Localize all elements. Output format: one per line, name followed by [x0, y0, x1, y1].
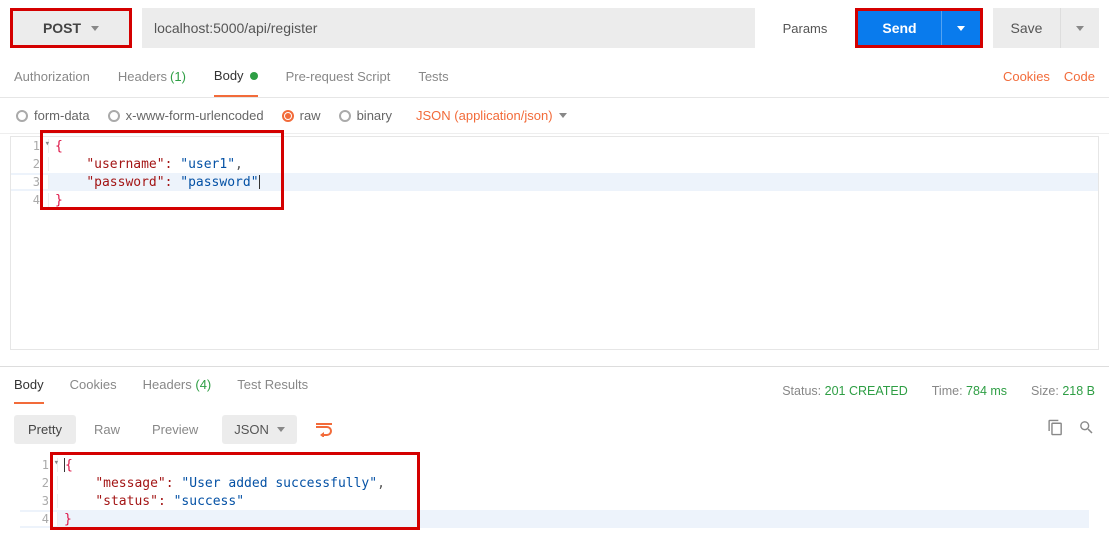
view-raw-button[interactable]: Raw [80, 415, 134, 444]
tab-headers-label: Headers [118, 69, 167, 84]
resp-tab-headers-label: Headers [143, 377, 192, 392]
fold-icon: ▾ [45, 139, 50, 149]
resp-tab-test-results[interactable]: Test Results [237, 377, 308, 404]
response-toolbar: Pretty Raw Preview JSON [0, 404, 1109, 454]
chevron-down-icon [559, 113, 567, 118]
view-pretty-button[interactable]: Pretty [14, 415, 76, 444]
radio-label: binary [357, 108, 392, 123]
radio-raw[interactable]: raw [282, 108, 321, 123]
code-token: "password" [180, 175, 258, 190]
tab-body[interactable]: Body [214, 56, 258, 97]
code-link[interactable]: Code [1064, 69, 1095, 84]
time-label: Time: [932, 384, 963, 398]
code-token: { [65, 458, 73, 473]
code-token: "username" [86, 157, 164, 172]
request-body-editor[interactable]: 1▾ { 2 "username": "user1", 3 "password"… [10, 136, 1099, 350]
radio-label: raw [300, 108, 321, 123]
size-label: Size: [1031, 384, 1059, 398]
tab-headers[interactable]: Headers (1) [118, 56, 186, 97]
params-button[interactable]: Params [765, 8, 845, 48]
radio-icon [282, 110, 294, 122]
http-method-select[interactable]: POST [10, 8, 132, 48]
size-value: 218 B [1062, 384, 1095, 398]
body-type-selector: form-data x-www-form-urlencoded raw bina… [0, 98, 1109, 134]
code-token: "message" [95, 476, 165, 491]
radio-icon [339, 110, 351, 122]
code-token: "user1" [180, 157, 235, 172]
status-label: Status: [782, 384, 821, 398]
fold-icon: ▾ [54, 458, 59, 468]
code-token: "status" [95, 494, 158, 509]
save-dropdown-button[interactable] [1061, 8, 1099, 48]
request-tabs: Authorization Headers (1) Body Pre-reque… [0, 56, 1109, 98]
code-token: "User added successfully" [181, 476, 377, 491]
request-bar: POST Params Send Save [0, 0, 1109, 56]
radio-label: x-www-form-urlencoded [126, 108, 264, 123]
url-input[interactable] [142, 8, 755, 48]
line-wrap-icon[interactable] [307, 414, 341, 444]
http-method-value: POST [43, 20, 81, 36]
code-token: { [55, 139, 63, 154]
radio-urlencoded[interactable]: x-www-form-urlencoded [108, 108, 264, 123]
tab-body-label: Body [214, 68, 244, 83]
content-type-dropdown[interactable]: JSON (application/json) [416, 108, 567, 123]
chevron-down-icon [957, 26, 965, 31]
text-cursor [259, 175, 260, 189]
chevron-down-icon [1076, 26, 1084, 31]
chevron-down-icon [91, 26, 99, 31]
view-preview-button[interactable]: Preview [138, 415, 212, 444]
chevron-down-icon [277, 427, 285, 432]
cookies-link[interactable]: Cookies [1003, 69, 1050, 84]
body-indicator-dot [250, 72, 258, 80]
response-format-label: JSON [234, 422, 269, 437]
send-button-group: Send [855, 8, 983, 48]
tab-pre-request-script[interactable]: Pre-request Script [286, 56, 391, 97]
radio-label: form-data [34, 108, 90, 123]
response-meta: Status: 201 CREATED Time: 784 ms Size: 2… [782, 384, 1095, 398]
radio-binary[interactable]: binary [339, 108, 392, 123]
resp-tab-body[interactable]: Body [14, 377, 44, 404]
response-body-editor[interactable]: 1▾ { 2 "message": "User added successful… [20, 456, 1089, 528]
code-token: } [64, 512, 72, 527]
tab-tests[interactable]: Tests [418, 56, 448, 97]
code-token: } [55, 193, 63, 208]
time-value: 784 ms [966, 384, 1007, 398]
headers-count-badge: (1) [170, 69, 186, 84]
code-token: "success" [174, 494, 244, 509]
search-icon[interactable] [1078, 419, 1095, 439]
save-button[interactable]: Save [993, 8, 1061, 48]
resp-tab-cookies[interactable]: Cookies [70, 377, 117, 404]
resp-headers-count-badge: (4) [195, 377, 211, 392]
content-type-label: JSON (application/json) [416, 108, 553, 123]
save-button-group: Save [993, 8, 1099, 48]
radio-icon [108, 110, 120, 122]
response-header: Body Cookies Headers (4) Test Results St… [0, 367, 1109, 404]
resp-tab-headers[interactable]: Headers (4) [143, 377, 212, 404]
radio-form-data[interactable]: form-data [16, 108, 90, 123]
send-button[interactable]: Send [858, 11, 942, 45]
tab-authorization[interactable]: Authorization [14, 56, 90, 97]
copy-icon[interactable] [1047, 419, 1064, 439]
response-format-dropdown[interactable]: JSON [222, 415, 297, 444]
radio-icon [16, 110, 28, 122]
status-value: 201 CREATED [825, 384, 908, 398]
code-token: "password" [86, 175, 164, 190]
send-dropdown-button[interactable] [942, 11, 980, 45]
